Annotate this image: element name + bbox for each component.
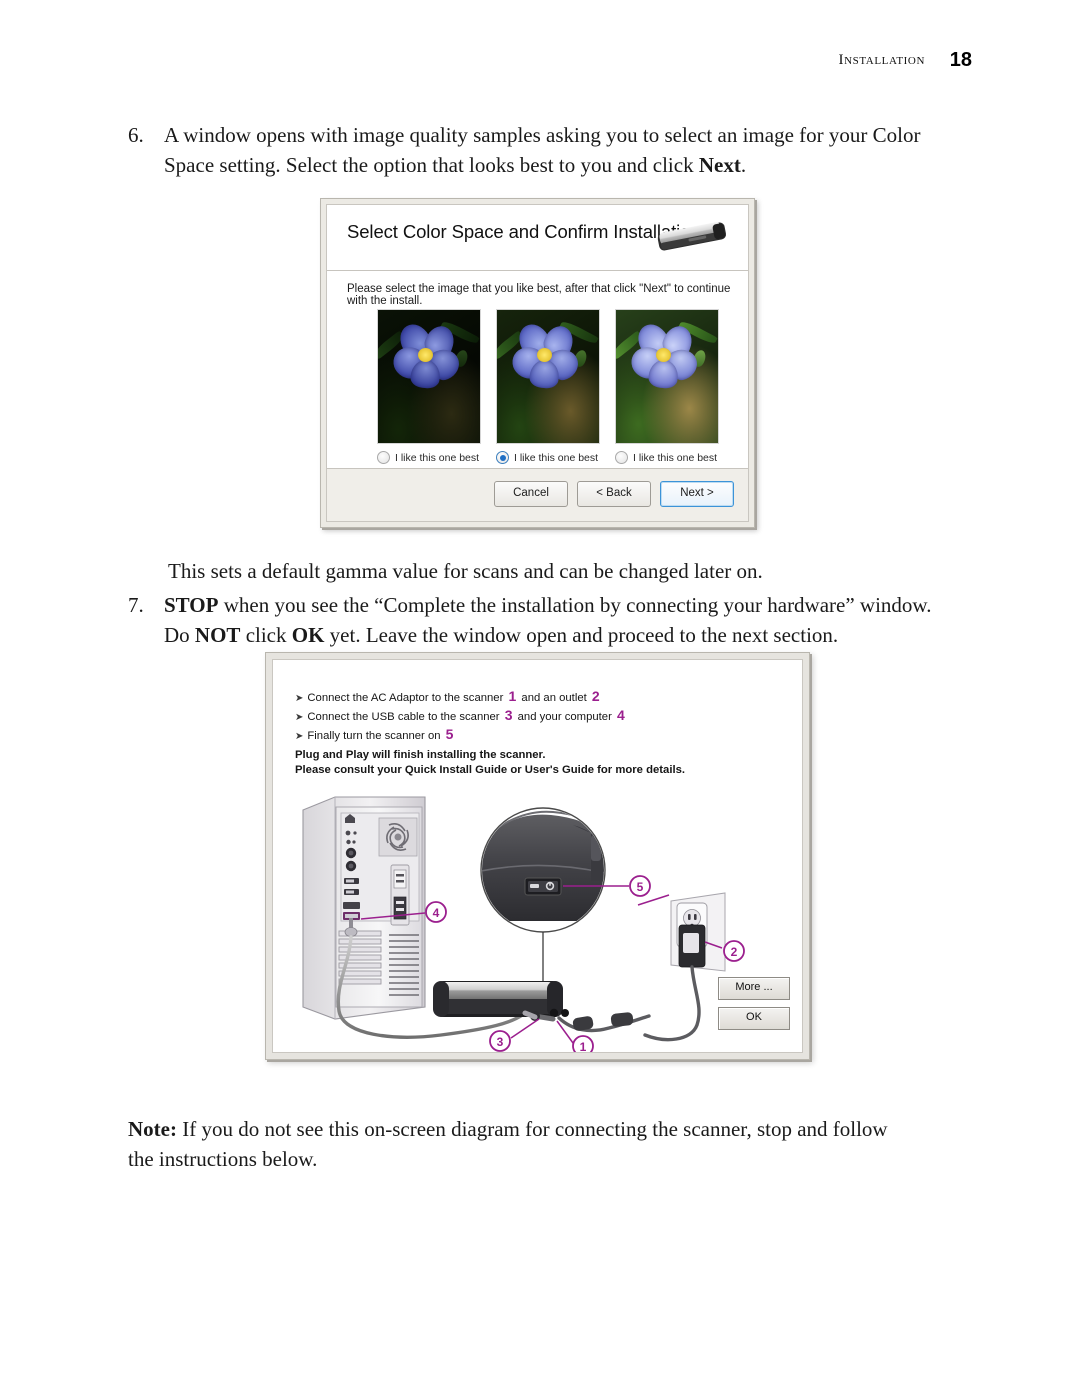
radio-label-2: I like this one best <box>514 451 599 464</box>
callout-4-label: 4 <box>433 906 440 920</box>
dialog-select-color-space[interactable]: Select Color Space and Confirm Installat… <box>320 198 755 528</box>
step-6-line2: setting. Select the option that looks be… <box>219 153 699 177</box>
dialog-header: Select Color Space and Confirm Installat… <box>327 205 748 271</box>
dialog-button-row: Cancel < Back Next > <box>494 481 734 507</box>
gamma-note-paragraph: This sets a default gamma value for scan… <box>168 559 763 583</box>
dialog-title: Select Color Space and Confirm Installat… <box>347 221 701 242</box>
callout-4: 4 <box>425 901 447 923</box>
step-7: 7. STOP when you see the “Complete the i… <box>128 590 958 650</box>
power-switch-magnifier-inset <box>480 807 606 981</box>
sample-radio-row-1[interactable]: I like this one best <box>377 451 479 464</box>
step-7-number: 7. <box>128 593 144 617</box>
plug-play-line-1: Plug and Play will finish installing the… <box>295 749 546 761</box>
step-6-next-bold: Next <box>698 153 741 177</box>
portable-scanner-illustration <box>433 981 569 1018</box>
sample-image-1[interactable] <box>377 309 481 444</box>
back-button[interactable]: < Back <box>577 481 651 507</box>
step-7-t2: click <box>245 623 292 647</box>
bullet-2-pre: Connect the USB cable to the scanner <box>307 711 503 723</box>
page-header: Installation 18 <box>0 49 1080 78</box>
dialog-connect-body: ➤ Connect the AC Adaptor to the scanner 1… <box>272 659 803 1053</box>
ok-button[interactable]: OK <box>718 1007 790 1030</box>
cancel-button[interactable]: Cancel <box>494 481 568 507</box>
more-button[interactable]: More ... <box>718 977 790 1000</box>
bullet-3-num-1: 5 <box>445 726 454 742</box>
step-7-t3: yet. Leave the window open and proceed t… <box>324 623 839 647</box>
radio-button-2[interactable] <box>496 451 509 464</box>
bullet-arrow-icon: ➤ <box>295 693 304 704</box>
step-6: 6. A window opens with image quality sam… <box>128 120 948 180</box>
sample-option-2[interactable]: I like this one best <box>496 309 600 464</box>
bullet-arrow-icon: ➤ <box>295 712 304 723</box>
sample-image-2[interactable] <box>496 309 600 444</box>
callout-3: 3 <box>489 1030 511 1052</box>
callout-1-label: 1 <box>580 1040 587 1053</box>
sample-option-1[interactable]: I like this one best <box>377 309 481 464</box>
bullet-arrow-icon: ➤ <box>295 731 304 742</box>
dialog-instruction: Please select the image that you like be… <box>347 283 731 307</box>
callout-1: 1 <box>572 1035 594 1053</box>
step-6-text: A window opens with image quality sample… <box>164 120 948 180</box>
next-button[interactable]: Next > <box>660 481 734 507</box>
bullet-2-mid: and your computer <box>514 711 615 723</box>
sample-radio-row-2[interactable]: I like this one best <box>496 451 598 464</box>
portable-scanner-icon <box>657 222 727 251</box>
bottom-note-label: Note: <box>128 1117 177 1141</box>
bullet-1-mid: and an outlet <box>518 692 590 704</box>
connect-bullet-2: ➤ Connect the USB cable to the scanner 3 … <box>295 707 627 726</box>
connect-dialog-buttons: More ... OK <box>718 977 790 1030</box>
bullet-1-num-2: 2 <box>591 688 600 704</box>
callout-3-label: 3 <box>497 1035 504 1049</box>
dialog-footer: Cancel < Back Next > <box>327 468 748 521</box>
wall-outlet-and-adapter <box>643 892 726 1042</box>
connect-bullet-3: ➤ Finally turn the scanner on 5 <box>295 726 627 745</box>
sample-radio-row-3[interactable]: I like this one best <box>615 451 717 464</box>
radio-label-3: I like this one best <box>633 451 718 464</box>
callout-5: 5 <box>629 875 651 897</box>
bullet-2-num-1: 3 <box>504 707 513 723</box>
connect-instruction-list: ➤ Connect the AC Adaptor to the scanner 1… <box>295 688 627 745</box>
computer-tower-illustration <box>302 796 426 1020</box>
step-7-stop-bold: STOP <box>164 593 219 617</box>
callout-2: 2 <box>723 940 745 962</box>
callout-5-label: 5 <box>637 880 644 894</box>
radio-button-1[interactable] <box>377 451 390 464</box>
step-6-line2-end: . <box>740 153 747 177</box>
step-7-text: STOP when you see the “Complete the inst… <box>164 590 958 650</box>
plug-and-play-note: Plug and Play will finish installing the… <box>295 748 685 778</box>
page-number: 18 <box>949 49 972 71</box>
radio-button-3[interactable] <box>615 451 628 464</box>
bullet-1-pre: Connect the AC Adaptor to the scanner <box>307 692 507 704</box>
bottom-note: Note: If you do not see this on-screen d… <box>128 1114 918 1174</box>
bullet-3-pre: Finally turn the scanner on <box>307 730 444 742</box>
callout-2-label: 2 <box>731 945 738 959</box>
sample-image-3[interactable] <box>615 309 719 444</box>
step-7-not-bold: NOT <box>194 623 241 647</box>
step-7-ok-bold: OK <box>291 623 325 647</box>
bottom-note-text: If you do not see this on-screen diagram… <box>128 1117 888 1171</box>
header-section-label: Installation <box>838 52 925 68</box>
radio-label-1: I like this one best <box>395 451 480 464</box>
bullet-1-num-1: 1 <box>508 688 517 704</box>
color-space-sample-list: I like this one best I like this one bes… <box>377 309 719 464</box>
bullet-2-num-2: 4 <box>616 707 625 723</box>
sample-option-3[interactable]: I like this one best <box>615 309 719 464</box>
dialog-connect-hardware[interactable]: ➤ Connect the AC Adaptor to the scanner 1… <box>265 652 810 1060</box>
dialog-body: Select Color Space and Confirm Installat… <box>326 204 749 522</box>
step-6-number: 6. <box>128 123 144 147</box>
connect-bullet-1: ➤ Connect the AC Adaptor to the scanner 1… <box>295 688 627 707</box>
plug-play-line-2: Please consult your Quick Install Guide … <box>295 764 686 776</box>
